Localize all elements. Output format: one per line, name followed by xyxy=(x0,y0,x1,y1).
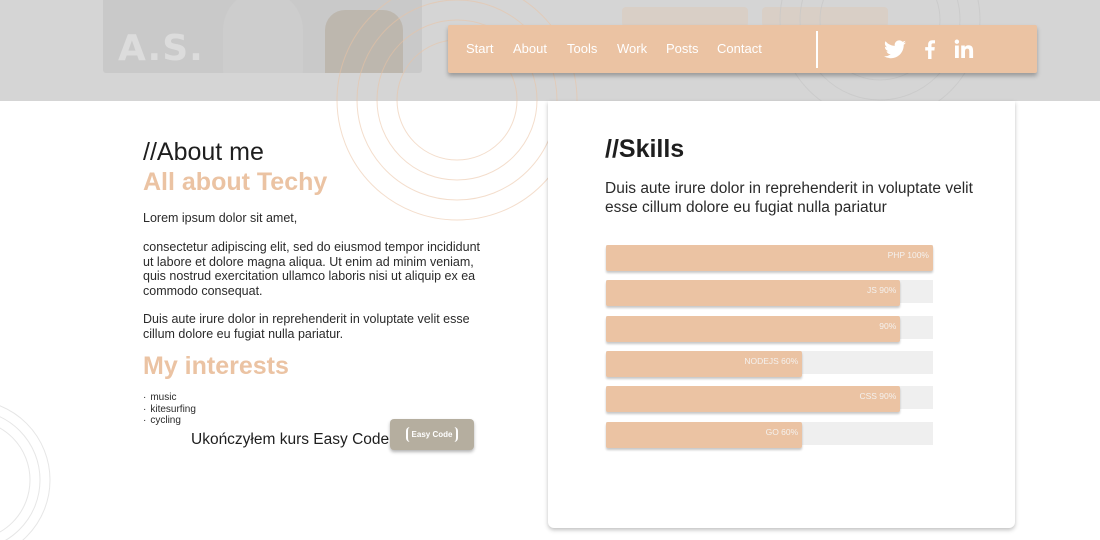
nav-link-about[interactable]: About xyxy=(513,41,547,56)
nav-link-start[interactable]: Start xyxy=(466,41,493,56)
site-logo[interactable]: A.S. xyxy=(118,28,204,69)
ghost-button xyxy=(622,7,748,27)
skills-title: //Skills xyxy=(605,135,685,163)
list-item: kitesurfing xyxy=(143,404,196,416)
nav-panel: Start About Tools Work Posts Contact xyxy=(448,25,1037,73)
nav-link-contact[interactable]: Contact xyxy=(717,41,762,56)
skill-bar-track: CSS 90% xyxy=(606,386,933,412)
skills-description: Duis aute irure dolor in reprehenderit i… xyxy=(605,180,973,216)
list-item: cycling xyxy=(143,415,196,427)
skills-card: //Skills Duis aute irure dolor in repreh… xyxy=(548,101,1015,528)
hero-chair xyxy=(325,10,403,73)
facebook-icon[interactable] xyxy=(918,37,942,61)
skill-bar-fill: PHP 100% xyxy=(606,245,933,271)
easy-code-logo: Easy Code xyxy=(406,427,458,442)
about-paragraph: consectetur adipiscing elit, sed do eius… xyxy=(143,240,480,298)
ghost-button xyxy=(762,7,888,27)
nav-link-work[interactable]: Work xyxy=(617,41,647,56)
nav-link-tools[interactable]: Tools xyxy=(567,41,597,56)
skill-bar-track: PHP 100% xyxy=(606,245,933,271)
skill-bar-label: CSS 90% xyxy=(859,391,897,401)
about-title: //About me xyxy=(143,138,264,166)
skill-bar-label: JS 90% xyxy=(867,285,897,295)
interests-title: My interests xyxy=(143,352,289,380)
skill-bar-fill: GO 60% xyxy=(606,422,803,448)
skill-bar-label: 90% xyxy=(879,321,897,331)
skill-bar-fill: CSS 90% xyxy=(606,386,901,412)
skill-bar-track: NODEJS 60% xyxy=(606,351,933,377)
twitter-icon[interactable] xyxy=(883,37,907,61)
linkedin-icon[interactable] xyxy=(952,37,976,61)
about-paragraph: Duis aute irure dolor in reprehenderit i… xyxy=(143,312,470,341)
hero-figure xyxy=(223,0,303,73)
nav-divider xyxy=(816,31,818,68)
skill-bar-fill: JS 90% xyxy=(606,280,901,306)
list-item: music xyxy=(143,392,196,404)
skill-bar-fill: 90% xyxy=(606,316,901,342)
skill-bar-label: NODEJS 60% xyxy=(744,356,799,366)
skill-bar-label: PHP 100% xyxy=(887,250,929,260)
about-paragraph: Lorem ipsum dolor sit amet, xyxy=(143,211,298,225)
skill-bar-fill: NODEJS 60% xyxy=(606,351,803,377)
skill-bar-label: GO 60% xyxy=(765,427,799,437)
easy-code-badge[interactable]: Easy Code xyxy=(390,419,474,450)
about-subtitle: All about Techy xyxy=(143,168,328,196)
skill-bar-track: GO 60% xyxy=(606,422,933,448)
nav-link-posts[interactable]: Posts xyxy=(666,41,699,56)
course-text: Ukończyłem kurs Easy Code xyxy=(191,431,390,448)
skill-bar-track: JS 90% xyxy=(606,280,933,306)
interests-list: music kitesurfing cycling xyxy=(143,392,196,427)
skill-bar-track: 90% xyxy=(606,316,933,342)
